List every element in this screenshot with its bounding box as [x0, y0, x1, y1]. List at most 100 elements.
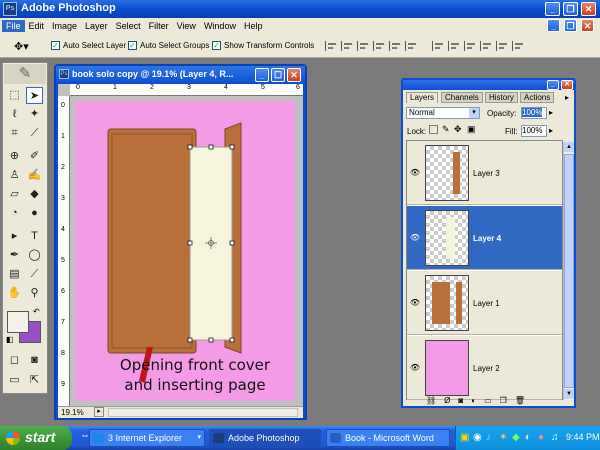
align-vcenter-icon[interactable]	[341, 41, 354, 51]
distribute-hcenter-icon[interactable]	[496, 41, 509, 51]
opacity-slider-arrow-icon[interactable]: ▸	[549, 108, 553, 117]
doc-window-maximize-button[interactable]: ☐	[271, 68, 285, 82]
shape-tool-icon[interactable]: ◯	[26, 247, 43, 264]
pen-tool-icon[interactable]: ✒	[6, 247, 23, 264]
doc-restore-button[interactable]: ❐	[564, 19, 577, 32]
layer-row-layer-4[interactable]: 👁 Layer 4	[407, 206, 562, 270]
distribute-bottom-icon[interactable]	[464, 41, 477, 51]
move-tool-icon[interactable]: ✥▾	[14, 40, 29, 53]
transform-handle[interactable]	[229, 337, 235, 343]
delete-layer-icon[interactable]: 🗑	[515, 396, 525, 405]
eye-visibility-icon[interactable]: 👁	[409, 362, 421, 374]
auto-select-groups-checkbox[interactable]: ✓ Auto Select Groups	[128, 41, 209, 50]
tray-icon[interactable]: ♪	[486, 432, 491, 443]
foreground-color-swatch[interactable]	[7, 311, 29, 333]
jump-to-imageready-icon[interactable]: ⇱	[26, 372, 43, 389]
align-left-icon[interactable]	[373, 41, 386, 51]
lock-transparency-icon[interactable]	[429, 125, 438, 134]
zoom-level[interactable]: 19.1%	[61, 408, 84, 417]
layer-row-layer-2[interactable]: 👁 Layer 2	[407, 336, 562, 400]
scroll-thumb[interactable]	[564, 154, 574, 388]
menu-window[interactable]: Window	[200, 20, 240, 32]
notes-tool-icon[interactable]: ▤	[6, 266, 23, 283]
blur-tool-icon[interactable]: ◔	[6, 205, 23, 222]
start-button[interactable]: start	[0, 426, 72, 450]
transform-handle[interactable]	[229, 240, 235, 246]
horizontal-ruler[interactable]: 0 1 2 3 4 5 6	[70, 84, 303, 96]
tab-channels[interactable]: Channels	[441, 92, 483, 103]
vertical-ruler[interactable]: 0 1 2 3 4 5 6 7 8 9	[58, 96, 70, 406]
tray-icon[interactable]: ●	[538, 432, 544, 443]
path-selection-tool-icon[interactable]: ▸	[6, 228, 23, 245]
tray-icon[interactable]: ◐	[525, 432, 531, 443]
eye-visibility-icon[interactable]: 👁	[409, 232, 421, 244]
tab-actions[interactable]: Actions	[520, 92, 555, 103]
layer-mask-icon[interactable]: ◙	[458, 396, 463, 405]
eraser-tool-icon[interactable]: ▱	[6, 186, 23, 203]
volume-icon[interactable]: ♫	[551, 432, 559, 443]
menu-view[interactable]: View	[173, 20, 200, 32]
lock-all-icon[interactable]: ▣	[467, 124, 476, 135]
marquee-tool-icon[interactable]: ⬚	[6, 87, 23, 104]
lock-position-icon[interactable]: ✥	[454, 124, 462, 135]
clock[interactable]: 9:44 PM	[566, 432, 600, 442]
dodge-tool-icon[interactable]: ●	[26, 205, 43, 222]
document-window[interactable]: Ps book solo copy @ 19.1% (Layer 4, R...…	[54, 64, 307, 420]
tray-icon[interactable]: ◉	[473, 432, 482, 443]
transform-handle[interactable]	[229, 144, 235, 150]
quick-mask-mode-icon[interactable]: ◙	[26, 352, 43, 369]
zoom-tool-icon[interactable]: ⚲	[26, 285, 43, 302]
healing-brush-tool-icon[interactable]: ⊕	[6, 148, 23, 165]
default-colors-icon[interactable]: ◧	[6, 335, 14, 344]
menu-image[interactable]: Image	[48, 20, 81, 32]
paint-bucket-tool-icon[interactable]: ◆	[26, 186, 43, 203]
lock-image-pixels-icon[interactable]: ✎	[442, 124, 450, 135]
adjustment-layer-icon[interactable]: ◐	[471, 396, 476, 405]
transform-handle[interactable]	[187, 240, 193, 246]
show-transform-controls-checkbox[interactable]: ✓ Show Transform Controls	[212, 41, 314, 50]
standard-mode-icon[interactable]: ◻	[6, 352, 23, 369]
history-brush-tool-icon[interactable]: ✍	[26, 167, 43, 184]
taskbar-item-photoshop[interactable]: Adobe Photoshop	[209, 429, 321, 447]
status-arrow-icon[interactable]: ▸	[94, 407, 104, 417]
swap-colors-icon[interactable]: ↶	[33, 307, 40, 316]
transform-handle[interactable]	[208, 144, 214, 150]
restore-button[interactable]: ❐	[563, 2, 578, 16]
align-bottom-icon[interactable]	[357, 41, 370, 51]
move-tool-icon[interactable]: ➤	[26, 87, 43, 104]
layer-style-icon[interactable]: Ø	[444, 396, 450, 405]
taskbar-item-word[interactable]: Book - Microsoft Word	[326, 429, 450, 447]
document-title-bar[interactable]: Ps book solo copy @ 19.1% (Layer 4, R...…	[56, 66, 305, 84]
layers-panel-minimize-button[interactable]: _	[547, 80, 559, 90]
distribute-vcenter-icon[interactable]	[448, 41, 461, 51]
minimize-button[interactable]: _	[545, 2, 560, 16]
taskbar-item-internet-explorer[interactable]: 3 Internet Explorer ▾	[89, 429, 205, 447]
link-layers-icon[interactable]: ⛓	[426, 396, 436, 405]
slice-tool-icon[interactable]: ⟋	[26, 125, 43, 142]
screen-mode-icon[interactable]: ▭	[6, 372, 23, 389]
eye-visibility-icon[interactable]: 👁	[409, 167, 421, 179]
layers-vertical-scrollbar[interactable]: ▲ ▼	[563, 142, 574, 400]
lasso-tool-icon[interactable]: ℓ	[6, 106, 23, 123]
layers-panel-close-button[interactable]: ✕	[561, 80, 573, 90]
transform-handle[interactable]	[208, 337, 214, 343]
tray-icon[interactable]: ✶	[499, 432, 507, 443]
hand-tool-icon[interactable]: ✋	[6, 285, 23, 302]
layer-row-layer-3[interactable]: 👁 Layer 3	[407, 141, 562, 205]
scroll-up-icon[interactable]: ▲	[564, 142, 574, 152]
doc-window-minimize-button[interactable]: _	[255, 68, 269, 82]
panel-menu-icon[interactable]: ▸	[565, 93, 569, 102]
menu-help[interactable]: Help	[240, 20, 267, 32]
type-tool-icon[interactable]: T	[26, 228, 43, 245]
document-canvas[interactable]: Opening front cover and inserting page	[75, 101, 295, 401]
layers-panel-title-bar[interactable]: _ ✕	[403, 80, 574, 90]
distribute-left-icon[interactable]	[480, 41, 493, 51]
distribute-top-icon[interactable]	[432, 41, 445, 51]
eyedropper-tool-icon[interactable]: ⟋	[26, 266, 43, 283]
layer-row-layer-1[interactable]: 👁 Layer 1	[407, 271, 562, 335]
opacity-input[interactable]: 100%	[521, 107, 547, 119]
eye-visibility-icon[interactable]: 👁	[409, 297, 421, 309]
brush-tool-icon[interactable]: ✐	[26, 148, 43, 165]
align-top-icon[interactable]	[325, 41, 338, 51]
transform-handle[interactable]	[187, 144, 193, 150]
